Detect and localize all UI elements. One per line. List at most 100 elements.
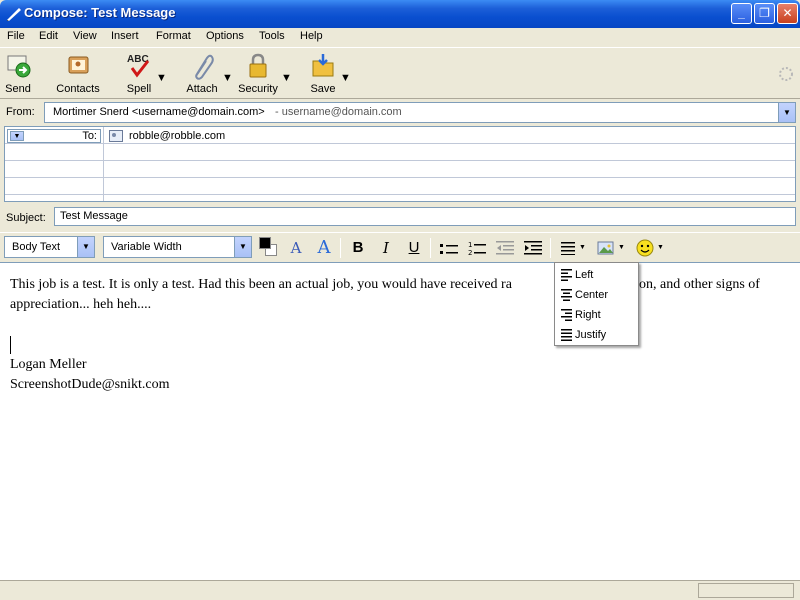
attach-button[interactable]: Attach (183, 52, 221, 98)
recipient-row-empty[interactable] (5, 178, 795, 195)
insert-image-icon[interactable] (597, 240, 615, 256)
recipient-row-empty[interactable] (5, 161, 795, 178)
message-body-editor[interactable]: This job is a test. It is only a test. H… (0, 262, 800, 580)
text-color-picker[interactable] (259, 237, 279, 257)
recipient-address[interactable]: robble@robble.com (129, 130, 225, 142)
align-right-icon (561, 309, 572, 321)
italic-button[interactable]: I (375, 238, 397, 258)
attach-label: Attach (186, 83, 218, 95)
spell-dropdown-icon[interactable]: ▼ (156, 72, 167, 84)
align-center-icon (561, 289, 572, 301)
recipient-type-select[interactable]: ▼ To: (7, 129, 101, 143)
window-title: Compose: Test Message (24, 5, 176, 20)
align-justify-label: Justify (575, 329, 607, 341)
recipient-row[interactable] (5, 127, 795, 144)
font-select[interactable]: Variable Width ▼ (103, 236, 252, 258)
spell-check-icon: ABC (127, 54, 150, 78)
body-line-2: appreciation... heh heh.... (10, 297, 152, 312)
align-justify-item[interactable]: Justify (555, 325, 638, 345)
body-line-1-end: on, and other signs of (639, 277, 760, 292)
align-icon[interactable] (561, 241, 575, 255)
menu-bar: File Edit View Insert Format Options Too… (0, 28, 800, 47)
align-center-item[interactable]: Center (555, 285, 638, 305)
menu-insert[interactable]: Insert (111, 30, 139, 42)
paragraph-style-select[interactable]: Body Text ▼ (4, 236, 95, 258)
save-dropdown-icon[interactable]: ▼ (340, 72, 351, 84)
paragraph-style-value: Body Text (12, 241, 61, 253)
align-right-label: Right (575, 309, 601, 321)
format-toolbar: Body Text ▼ Variable Width ▼ A A B I U 1… (0, 232, 800, 261)
align-left-icon (561, 269, 572, 281)
security-label: Security (238, 83, 278, 95)
recipient-divider (103, 127, 104, 201)
font-smaller-icon[interactable]: A (285, 238, 307, 258)
menu-tools[interactable]: Tools (259, 30, 285, 42)
align-left-item[interactable]: Left (555, 265, 638, 285)
minimize-button[interactable]: _ (731, 3, 752, 24)
recipient-row-empty[interactable] (5, 144, 795, 161)
svg-text:2: 2 (468, 249, 472, 256)
separator (550, 238, 551, 258)
svg-text:1: 1 (468, 241, 472, 249)
menu-format[interactable]: Format (156, 30, 191, 42)
attach-dropdown-icon[interactable]: ▼ (222, 72, 233, 84)
padlock-icon (249, 53, 267, 78)
align-menu: Left Center Right Justify (554, 262, 639, 346)
align-dropdown-icon[interactable]: ▼ (579, 244, 586, 251)
bullet-list-icon[interactable] (440, 242, 458, 256)
chevron-down-icon[interactable]: ▼ (778, 103, 795, 122)
from-account: - username@domain.com (275, 106, 402, 118)
separator (430, 238, 431, 258)
status-bar (0, 580, 800, 600)
save-button[interactable]: Save (308, 52, 338, 98)
numbered-list-icon[interactable]: 1 2 (468, 240, 486, 256)
align-center-label: Center (575, 289, 609, 301)
security-dropdown-icon[interactable]: ▼ (281, 72, 292, 84)
from-label: From: (6, 106, 35, 118)
spell-button[interactable]: ABC Spell (122, 52, 156, 98)
throbber-icon (779, 67, 793, 81)
subject-input[interactable]: Test Message (54, 207, 796, 226)
underline-button[interactable]: U (403, 238, 425, 258)
send-button[interactable]: Send (2, 52, 34, 98)
restore-button[interactable]: ❐ (754, 3, 775, 24)
subject-label: Subject: (6, 212, 46, 224)
contacts-icon (68, 56, 89, 74)
insert-dropdown-icon[interactable]: ▼ (618, 244, 625, 251)
indent-icon[interactable] (524, 240, 542, 256)
save-label: Save (310, 83, 336, 95)
spell-label: Spell (126, 83, 152, 95)
signature-name: Logan Meller (10, 357, 87, 372)
send-label: Send (5, 83, 31, 95)
chevron-down-icon[interactable]: ▼ (77, 237, 94, 257)
recipient-type-label: To: (82, 130, 97, 142)
align-right-item[interactable]: Right (555, 305, 638, 325)
chevron-down-icon[interactable]: ▼ (10, 131, 24, 141)
compose-app-icon (7, 8, 21, 21)
address-card-icon (109, 130, 123, 142)
save-folder-icon (312, 54, 334, 77)
bold-button[interactable]: B (347, 238, 369, 258)
menu-options[interactable]: Options (206, 30, 244, 42)
chevron-down-icon[interactable]: ▼ (234, 237, 251, 257)
separator (340, 238, 341, 258)
contacts-label: Contacts (56, 83, 100, 95)
menu-view[interactable]: View (73, 30, 97, 42)
outdent-icon[interactable] (496, 240, 514, 256)
body-line-1: This job is a test. It is only a test. H… (10, 277, 512, 292)
font-value: Variable Width (111, 241, 182, 253)
menu-file[interactable]: File (7, 30, 25, 42)
title-bar: Compose: Test Message _ ❐ ✕ (0, 0, 800, 28)
smiley-icon[interactable] (636, 239, 654, 257)
align-left-label: Left (575, 269, 594, 281)
menu-edit[interactable]: Edit (39, 30, 58, 42)
font-larger-icon[interactable]: A (313, 238, 335, 258)
menu-help[interactable]: Help (300, 30, 323, 42)
subject-value: Test Message (60, 210, 128, 222)
paperclip-icon (195, 54, 214, 80)
security-button[interactable]: Security (236, 52, 280, 98)
close-button[interactable]: ✕ (777, 3, 798, 24)
contacts-button[interactable]: Contacts (54, 52, 102, 98)
from-select[interactable]: Mortimer Snerd <username@domain.com> - u… (44, 102, 796, 123)
smiley-dropdown-icon[interactable]: ▼ (657, 244, 664, 251)
